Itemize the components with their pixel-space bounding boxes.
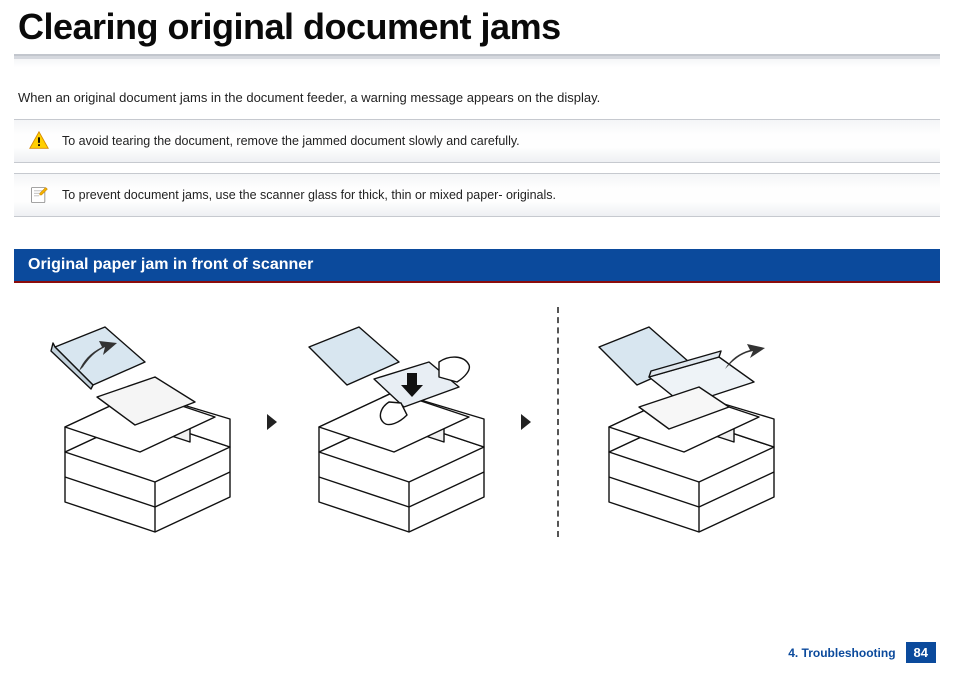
figure-step-1 [35, 307, 255, 537]
page-footer: 4. Troubleshooting 84 [788, 642, 936, 663]
page-title: Clearing original document jams [0, 0, 954, 52]
sequence-divider [557, 307, 559, 537]
note-callout: To prevent document jams, use the scanne… [14, 173, 940, 217]
step-arrow-icon [515, 414, 537, 430]
intro-paragraph: When an original document jams in the do… [0, 82, 954, 119]
figure-step-2 [289, 307, 509, 537]
figure-step-3 [579, 307, 799, 537]
note-text: To prevent document jams, use the scanne… [62, 188, 556, 202]
page-number: 84 [906, 642, 936, 663]
figure-sequence [0, 283, 954, 537]
section-heading: Original paper jam in front of scanner [14, 249, 940, 283]
step-arrow-icon [261, 414, 283, 430]
warning-callout: To avoid tearing the document, remove th… [14, 119, 940, 163]
warning-text: To avoid tearing the document, remove th… [62, 134, 520, 148]
chapter-label: 4. Troubleshooting [788, 646, 895, 660]
title-divider [14, 54, 940, 72]
note-icon [28, 184, 50, 206]
warning-icon [28, 130, 50, 152]
